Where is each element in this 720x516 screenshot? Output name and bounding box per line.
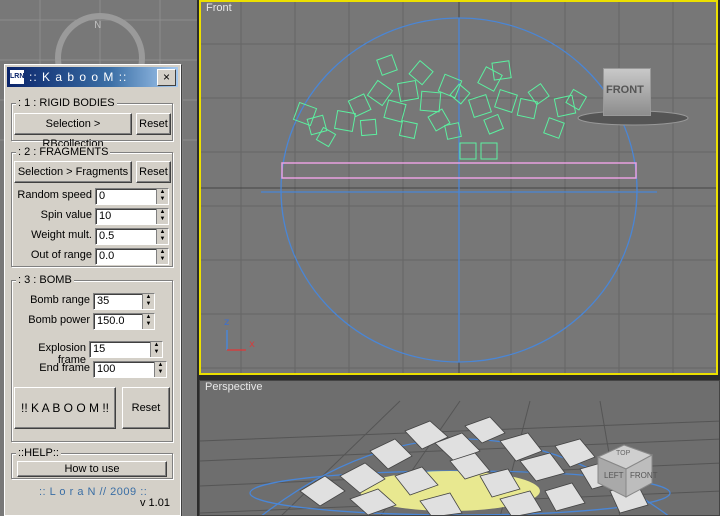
spin-value-label: Spin value <box>40 209 92 221</box>
viewcube-shape <box>596 444 654 498</box>
viewcube-perspective[interactable]: TOP LEFT FRONT <box>592 439 658 499</box>
dialog-title-bar[interactable]: LRN :: K a b o o M :: × <box>7 67 178 87</box>
close-button[interactable]: × <box>157 69 176 86</box>
explosion-frame-value: 15 <box>93 343 106 355</box>
front-viewport-label[interactable]: Front <box>206 2 232 14</box>
weight-mult-label: Weight mult. <box>31 229 92 241</box>
bomb-power-spinner[interactable]: 150.0 ▲ ▼ <box>93 313 155 330</box>
spin-value-value: 10 <box>99 210 112 222</box>
fragments-title: : 2 : FRAGMENTS <box>16 146 111 158</box>
bomb-group: : 3 : BOMB Bomb range 35 ▲ ▼ Bomb power 15… <box>11 274 173 442</box>
bomb-power-value: 150.0 <box>97 315 125 327</box>
out-of-range-label: Out of range <box>30 249 92 261</box>
app-icon: LRN <box>10 70 24 84</box>
fragments-group: : 2 : FRAGMENTS Selection > Fragments Re… <box>11 146 173 267</box>
svg-text:z: z <box>224 317 229 328</box>
random-speed-label: Random speed <box>17 189 92 201</box>
bomb-title: : 3 : BOMB <box>16 274 74 286</box>
spinner-arrows-icon[interactable]: ▲ ▼ <box>142 314 154 329</box>
selection-fragments-button[interactable]: Selection > Fragments <box>14 161 132 183</box>
credit-text: :: L o r a N // 2009 :: <box>39 486 148 498</box>
spinner-arrows-icon[interactable]: ▲ ▼ <box>142 294 154 309</box>
bomb-range-label: Bomb range <box>30 294 90 306</box>
front-viewport[interactable]: z x Front FRONT <box>199 0 718 375</box>
viewcube-left-label: LEFT <box>604 471 624 480</box>
weight-mult-value: 0.5 <box>99 230 115 242</box>
weight-mult-spinner[interactable]: 0.5 ▲ ▼ <box>95 228 169 245</box>
random-speed-spinner[interactable]: 0 ▲ ▼ <box>95 188 169 205</box>
kaboom-dialog: LRN :: K a b o o M :: × : 1 : RIGID BODI… <box>4 64 181 516</box>
perspective-viewport-label[interactable]: Perspective <box>205 381 262 393</box>
end-frame-value: 100 <box>97 363 116 375</box>
bomb-reset-button[interactable]: Reset <box>122 387 170 429</box>
how-to-use-button[interactable]: How to use <box>17 461 167 477</box>
spinner-arrows-icon[interactable]: ▲ ▼ <box>156 229 168 244</box>
selection-rbcollection-button[interactable]: Selection > RBcollection <box>14 113 132 150</box>
perspective-viewport[interactable]: Perspective TOP LEFT FRONT <box>199 380 720 516</box>
random-speed-value: 0 <box>99 190 106 202</box>
fragments-reset-button[interactable]: Reset <box>136 161 171 183</box>
dialog-title: :: K a b o o M :: <box>29 70 128 84</box>
bomb-range-spinner[interactable]: 35 ▲ ▼ <box>93 293 155 310</box>
spinner-arrows-icon[interactable]: ▲ ▼ <box>154 362 166 377</box>
kaboom-button[interactable]: !! K A B O O M !! <box>14 387 116 429</box>
help-group: ::HELP:: How to use <box>11 447 173 479</box>
front-viewport-scene: z x <box>201 2 716 373</box>
viewcube-front-label: FRONT <box>630 471 658 480</box>
rigid-reset-button[interactable]: Reset <box>136 113 171 135</box>
out-of-range-spinner[interactable]: 0.0 ▲ ▼ <box>95 248 169 265</box>
viewcube-front[interactable]: FRONT <box>603 68 651 116</box>
spinner-arrows-icon[interactable]: ▲ ▼ <box>156 189 168 204</box>
viewcube-front-label: FRONT <box>606 84 644 96</box>
bomb-power-label: Bomb power <box>28 314 90 326</box>
spin-value-spinner[interactable]: 10 ▲ ▼ <box>95 208 169 225</box>
out-of-range-value: 0.0 <box>99 250 115 262</box>
bomb-range-value: 35 <box>97 295 110 307</box>
svg-text:x: x <box>249 339 255 350</box>
spinner-arrows-icon[interactable]: ▲ ▼ <box>150 342 162 357</box>
svg-text:N: N <box>94 20 101 31</box>
viewcube-top-label: TOP <box>616 450 631 457</box>
rigid-bodies-group: : 1 : RIGID BODIES Selection > RBcollect… <box>11 97 173 150</box>
spinner-arrows-icon[interactable]: ▲ ▼ <box>156 209 168 224</box>
help-title: ::HELP:: <box>16 447 61 459</box>
end-frame-label: End frame <box>39 362 90 374</box>
rigid-bodies-title: : 1 : RIGID BODIES <box>16 97 117 109</box>
version-text: v 1.01 <box>140 497 170 509</box>
end-frame-spinner[interactable]: 100 ▲ ▼ <box>93 361 167 378</box>
spinner-arrows-icon[interactable]: ▲ ▼ <box>156 249 168 264</box>
explosion-frame-spinner[interactable]: 15 ▲ ▼ <box>89 341 163 358</box>
